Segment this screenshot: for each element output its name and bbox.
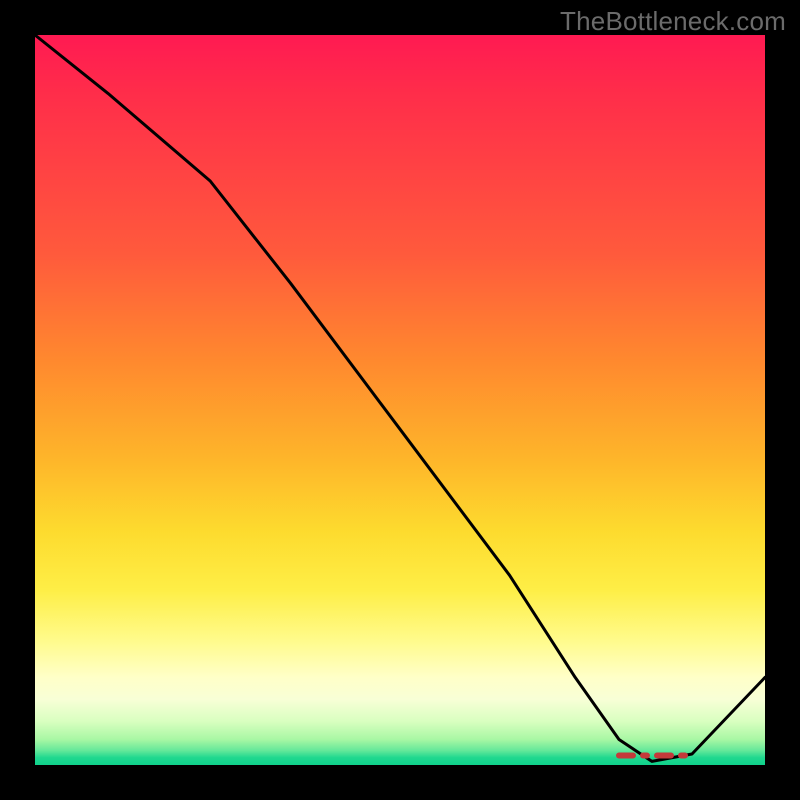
watermark-text: TheBottleneck.com <box>560 6 786 37</box>
chart-frame: TheBottleneck.com <box>0 0 800 800</box>
chart-svg <box>35 35 765 765</box>
plot-area <box>35 35 765 765</box>
bottleneck-curve <box>35 35 765 761</box>
